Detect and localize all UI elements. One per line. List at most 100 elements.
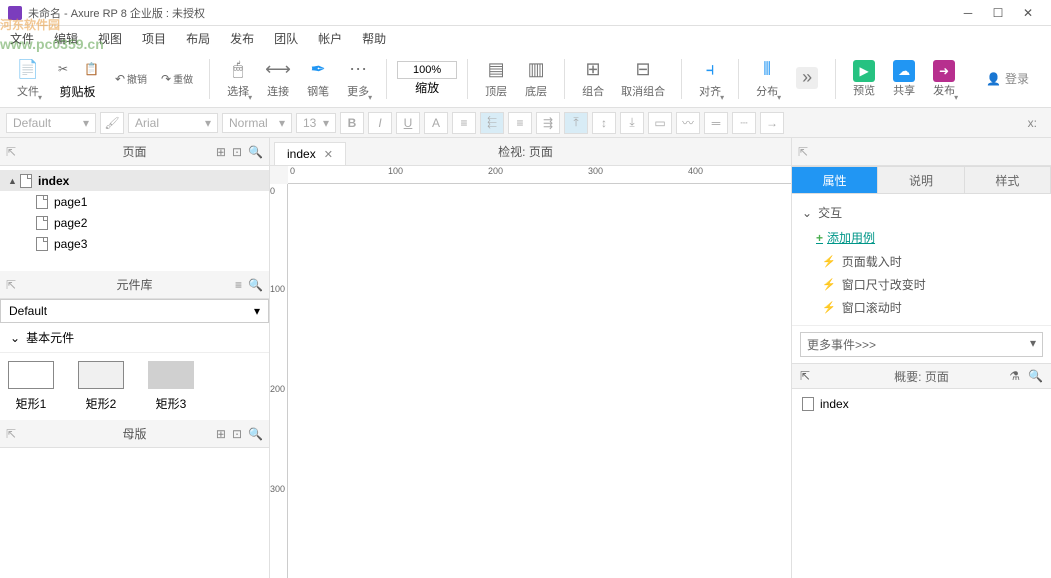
redo-button[interactable]: ↷重做 <box>155 67 199 91</box>
pin-icon[interactable]: ⇱ <box>800 369 810 383</box>
library-menu-button[interactable]: ≡ <box>235 278 242 292</box>
valign-top-button[interactable]: ⤒ <box>564 112 588 134</box>
copy-icon: 📋 <box>84 62 99 76</box>
text-color-button[interactable]: A <box>424 112 448 134</box>
undo-button[interactable]: ↶撤销 <box>109 67 153 91</box>
pen-button[interactable]: ✒钢笔 <box>300 54 336 104</box>
line-width-button[interactable]: ═ <box>704 112 728 134</box>
expand-button[interactable]: » <box>789 54 825 104</box>
style-paint-button[interactable]: 🖌 <box>100 112 124 134</box>
event-page-load[interactable]: ⚡页面载入时 <box>802 250 1041 273</box>
font-select[interactable]: Arial▾ <box>128 113 218 133</box>
search-pages-button[interactable]: 🔍 <box>248 145 263 159</box>
widget-rect2[interactable]: 矩形2 <box>78 361 124 412</box>
login-button[interactable]: 👤登录 <box>974 64 1041 93</box>
outline-item-index[interactable]: index <box>802 395 1041 413</box>
event-icon: ⚡ <box>822 255 836 268</box>
close-button[interactable]: ✕ <box>1013 3 1043 23</box>
menu-team[interactable]: 团队 <box>270 28 302 49</box>
menu-project[interactable]: 项目 <box>138 28 170 49</box>
group-button[interactable]: ⊞组合 <box>575 54 611 104</box>
zoom-control[interactable]: 100% 缩放 <box>397 61 457 96</box>
tab-props[interactable]: 属性 <box>792 166 878 194</box>
menu-publish[interactable]: 发布 <box>226 28 258 49</box>
align-button[interactable]: ⫞对齐 <box>692 54 728 104</box>
publish-button[interactable]: ➜发布 <box>926 54 962 104</box>
add-master-folder-button[interactable]: ⊡ <box>232 427 242 441</box>
clipboard-label: 剪贴板 <box>50 83 105 100</box>
page-icon <box>36 195 48 209</box>
library-select[interactable]: Default▾ <box>0 299 269 323</box>
pin-icon[interactable]: ⇱ <box>6 145 16 159</box>
valign-bot-button[interactable]: ⤓ <box>620 112 644 134</box>
page-item-page1[interactable]: page1 <box>0 191 269 212</box>
add-master-button[interactable]: ⊞ <box>216 427 226 441</box>
distribute-button[interactable]: ⦀分布 <box>749 54 785 104</box>
menu-account[interactable]: 帐户 <box>314 28 346 49</box>
add-folder-button[interactable]: ⊡ <box>232 145 242 159</box>
menu-edit[interactable]: 编辑 <box>50 28 82 49</box>
fill-button[interactable]: ▭ <box>648 112 672 134</box>
connect-button[interactable]: ⟷连接 <box>260 54 296 104</box>
style-select[interactable]: Default▾ <box>6 113 96 133</box>
interaction-section[interactable]: ⌄交互 <box>802 200 1041 225</box>
tab-notes[interactable]: 说明 <box>878 166 964 194</box>
valign-mid-button[interactable]: ↕ <box>592 112 616 134</box>
menu-file[interactable]: 文件 <box>6 28 38 49</box>
more-events-select[interactable]: 更多事件>>>▾ <box>800 332 1043 357</box>
close-tab-icon[interactable]: ✕ <box>324 148 333 161</box>
page-icon <box>36 237 48 251</box>
ruler-vertical[interactable]: 0 100 200 300 <box>270 184 288 578</box>
pin-icon[interactable]: ⇱ <box>6 278 16 292</box>
arrow-button[interactable]: → <box>760 112 784 134</box>
back-button[interactable]: ▥底层 <box>518 54 554 104</box>
preview-button[interactable]: ▶预览 <box>846 54 882 104</box>
search-masters-button[interactable]: 🔍 <box>248 427 263 441</box>
align-left-button[interactable]: ⬱ <box>480 112 504 134</box>
page-icon <box>20 174 32 188</box>
library-category[interactable]: ⌄基本元件 <box>0 323 269 353</box>
ruler-horizontal[interactable]: 0 100 200 300 400 <box>288 166 791 184</box>
pin-icon[interactable]: ⇱ <box>798 145 808 159</box>
widget-rect1[interactable]: 矩形1 <box>8 361 54 412</box>
bullet-button[interactable]: ≡ <box>452 112 476 134</box>
pin-icon[interactable]: ⇱ <box>6 427 16 441</box>
underline-button[interactable]: U <box>396 112 420 134</box>
cut-button[interactable]: ✂ <box>50 57 76 81</box>
canvas[interactable] <box>288 184 791 578</box>
page-item-index[interactable]: ▲index <box>0 170 269 191</box>
zoom-value[interactable]: 100% <box>397 61 457 79</box>
select-button[interactable]: 🖱选择 <box>220 54 256 104</box>
weight-select[interactable]: Normal▾ <box>222 113 292 133</box>
share-button[interactable]: ☁共享 <box>886 54 922 104</box>
filter-icon[interactable]: ⚗ <box>1009 369 1020 383</box>
search-library-button[interactable]: 🔍 <box>248 278 263 292</box>
menu-view[interactable]: 视图 <box>94 28 126 49</box>
line-style-button[interactable]: ┈ <box>732 112 756 134</box>
page-item-page3[interactable]: page3 <box>0 233 269 254</box>
bold-button[interactable]: B <box>340 112 364 134</box>
menu-help[interactable]: 帮助 <box>358 28 390 49</box>
front-button[interactable]: ▤顶层 <box>478 54 514 104</box>
tab-index[interactable]: index✕ <box>274 142 346 165</box>
align-center-button[interactable]: ≡ <box>508 112 532 134</box>
widget-rect3[interactable]: 矩形3 <box>148 361 194 412</box>
search-outline-button[interactable]: 🔍 <box>1028 369 1043 383</box>
add-page-button[interactable]: ⊞ <box>216 145 226 159</box>
minimize-button[interactable]: ─ <box>953 3 983 23</box>
size-select[interactable]: 13▾ <box>296 113 336 133</box>
event-resize[interactable]: ⚡窗口尺寸改变时 <box>802 273 1041 296</box>
line-color-button[interactable]: 〰 <box>676 112 700 134</box>
italic-button[interactable]: I <box>368 112 392 134</box>
copy-button[interactable]: 📋 <box>78 57 105 81</box>
more-button[interactable]: ⋯更多 <box>340 54 376 104</box>
menu-layout[interactable]: 布局 <box>182 28 214 49</box>
event-scroll[interactable]: ⚡窗口滚动时 <box>802 296 1041 319</box>
file-button[interactable]: 📄文件 <box>10 54 46 104</box>
ungroup-button[interactable]: ⊟取消组合 <box>615 54 671 104</box>
maximize-button[interactable]: ☐ <box>983 3 1013 23</box>
page-item-page2[interactable]: page2 <box>0 212 269 233</box>
align-right-button[interactable]: ⇶ <box>536 112 560 134</box>
tab-style[interactable]: 样式 <box>965 166 1051 194</box>
add-case-button[interactable]: +添加用例 <box>802 225 1041 250</box>
